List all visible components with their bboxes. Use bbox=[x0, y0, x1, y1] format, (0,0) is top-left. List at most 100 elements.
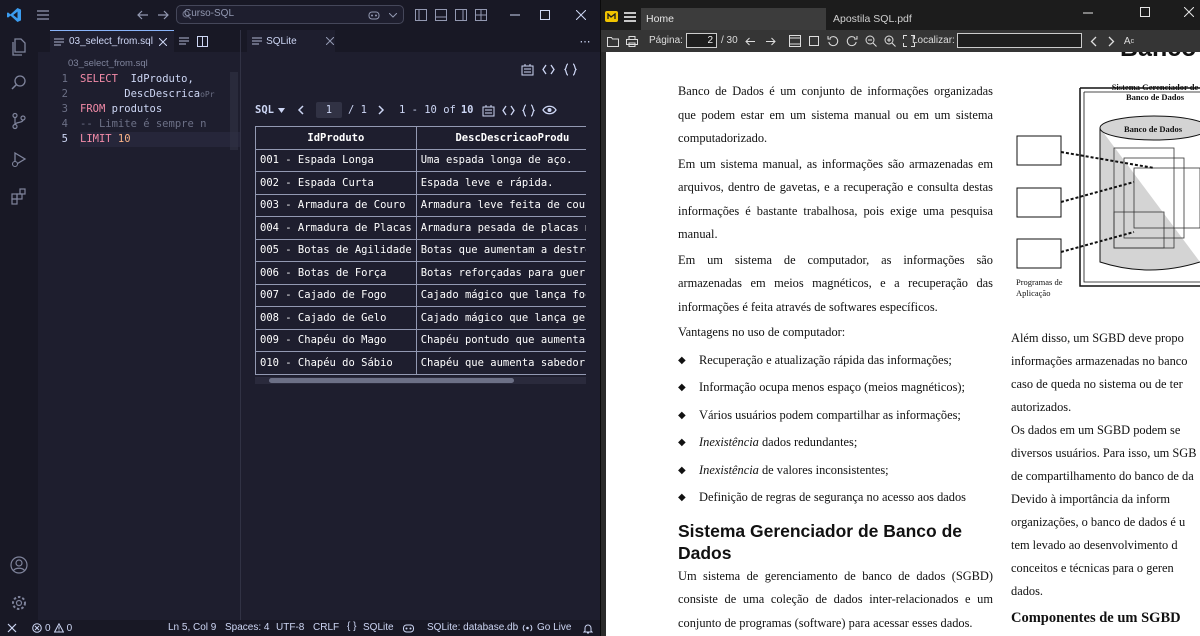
back-arrow-icon[interactable] bbox=[136, 8, 150, 22]
table-cell[interactable]: Cajado mágico que lança gelo bbox=[415, 306, 586, 330]
find-previous-icon[interactable] bbox=[1086, 34, 1100, 48]
code-area[interactable]: SELECT IdProduto, DescDescricaoPr FROM p… bbox=[80, 72, 240, 147]
table-cell[interactable]: Armadura leve feita de couro bbox=[415, 193, 586, 217]
database-status[interactable]: SQLite: database.db bbox=[427, 622, 518, 633]
export-json-icon[interactable] bbox=[541, 62, 555, 76]
column-header[interactable]: IdProduto bbox=[255, 126, 417, 150]
horizontal-scrollbar[interactable] bbox=[255, 377, 586, 384]
table-cell[interactable]: 006 - Botas de Força bbox=[255, 261, 417, 285]
toggle-panel-icon[interactable] bbox=[434, 8, 448, 22]
table-row[interactable]: 009 - Chapéu do Mago Chapéu pontudo que a… bbox=[255, 328, 586, 352]
account-icon[interactable] bbox=[8, 554, 30, 576]
fit-page-icon[interactable] bbox=[788, 34, 802, 48]
match-case-icon[interactable]: Ac bbox=[1122, 34, 1136, 48]
sql-file-icon[interactable] bbox=[178, 35, 190, 47]
bell-icon[interactable] bbox=[582, 622, 594, 634]
table-cell[interactable]: Uma espada longa de aço. bbox=[415, 148, 586, 172]
next-page-arrow-icon[interactable] bbox=[764, 35, 776, 47]
menu-icon[interactable] bbox=[36, 8, 50, 22]
split-editor-icon[interactable] bbox=[196, 35, 208, 47]
layout-icon[interactable] bbox=[474, 8, 488, 22]
export-braces-icon[interactable] bbox=[563, 62, 577, 76]
run-debug-icon[interactable] bbox=[8, 148, 30, 170]
table-row[interactable]: 010 - Chapéu do Sábio Chapéu que aumenta … bbox=[255, 351, 586, 375]
export-csv-icon[interactable] bbox=[482, 104, 496, 117]
previous-page-arrow-icon[interactable] bbox=[744, 35, 756, 47]
page-number-input[interactable]: 2 bbox=[686, 33, 717, 48]
table-cell[interactable]: Chapéu que aumenta sabedoria bbox=[415, 351, 586, 375]
go-live-button[interactable]: Go Live bbox=[537, 622, 571, 633]
table-row[interactable]: 007 - Cajado de Fogo Cajado mágico que la… bbox=[255, 283, 586, 307]
tab-close-icon[interactable] bbox=[157, 37, 169, 46]
table-cell[interactable]: 004 - Armadura de Placas bbox=[255, 216, 417, 240]
extensions-icon[interactable] bbox=[8, 185, 30, 207]
table-row[interactable]: 002 - Espada Curta Espada leve e rápida. bbox=[255, 171, 586, 195]
open-folder-icon[interactable] bbox=[606, 34, 620, 48]
table-cell[interactable]: 008 - Cajado de Gelo bbox=[255, 306, 417, 330]
table-cell[interactable]: 002 - Espada Curta bbox=[255, 171, 417, 195]
problems-indicator[interactable]: 0 0 bbox=[32, 621, 72, 635]
table-row[interactable]: 001 - Espada Longa Uma espada longa de aç… bbox=[255, 148, 586, 172]
indentation[interactable]: Spaces: 4 bbox=[225, 622, 269, 633]
table-row[interactable]: 004 - Armadura de Placas Armadura pesada … bbox=[255, 216, 586, 240]
toggle-sidebar-icon[interactable] bbox=[414, 8, 428, 22]
rotate-right-icon[interactable] bbox=[845, 34, 859, 48]
language-mode[interactable]: SQLite bbox=[363, 622, 394, 633]
column-header[interactable]: DescDescricaoProdu bbox=[415, 126, 586, 150]
table-cell[interactable]: Botas reforçadas para guerre bbox=[415, 261, 586, 285]
minimize-icon[interactable] bbox=[508, 8, 522, 22]
table-cell[interactable]: 003 - Armadura de Couro bbox=[255, 193, 417, 217]
source-control-icon[interactable] bbox=[8, 110, 30, 132]
export-json-icon[interactable] bbox=[502, 104, 516, 117]
table-row[interactable]: 008 - Cajado de Gelo Cajado mágico que la… bbox=[255, 306, 586, 330]
forward-arrow-icon[interactable] bbox=[156, 8, 170, 22]
print-icon[interactable] bbox=[625, 34, 639, 48]
tab-close-icon[interactable] bbox=[325, 37, 335, 45]
export-csv-icon[interactable] bbox=[520, 62, 534, 76]
table-row[interactable]: 003 - Armadura de Couro Armadura leve fei… bbox=[255, 193, 586, 217]
breadcrumb[interactable]: 03_select_from.sql bbox=[68, 58, 148, 69]
tab-pdf-document[interactable]: Apostila SQL.pdf bbox=[833, 8, 1013, 30]
copilot-status-icon[interactable] bbox=[402, 622, 414, 634]
find-next-icon[interactable] bbox=[1104, 34, 1118, 48]
encoding[interactable]: UTF-8 bbox=[276, 622, 304, 633]
maximize-icon[interactable] bbox=[538, 8, 552, 22]
close-icon[interactable] bbox=[1182, 5, 1196, 19]
hamburger-menu-icon[interactable] bbox=[623, 11, 637, 23]
zoom-in-icon[interactable] bbox=[883, 34, 897, 48]
zoom-out-icon[interactable] bbox=[864, 34, 878, 48]
rotate-left-icon[interactable] bbox=[826, 34, 840, 48]
search-view-icon[interactable] bbox=[8, 72, 30, 94]
next-page-icon[interactable] bbox=[375, 105, 389, 115]
chevron-down-icon[interactable] bbox=[387, 8, 399, 22]
table-cell[interactable]: Espada leve e rápida. bbox=[415, 171, 586, 195]
end-of-line[interactable]: CRLF bbox=[313, 622, 339, 633]
table-cell[interactable]: Botas que aumentam a destreza bbox=[415, 238, 586, 262]
more-actions-icon[interactable]: ⋯ bbox=[579, 35, 591, 48]
results-tab[interactable]: SQLite bbox=[247, 30, 335, 52]
query-mode-select[interactable]: SQL bbox=[255, 104, 274, 116]
table-cell[interactable]: 005 - Botas de Agilidade bbox=[255, 238, 417, 262]
cursor-position[interactable]: Ln 5, Col 9 bbox=[168, 622, 216, 633]
close-icon[interactable] bbox=[574, 8, 588, 22]
copilot-icon[interactable] bbox=[367, 8, 381, 22]
prev-page-icon[interactable] bbox=[294, 105, 308, 115]
table-cell[interactable]: Cajado mágico que lança fogo bbox=[415, 283, 586, 307]
tab-home[interactable]: Home bbox=[641, 8, 826, 30]
table-cell[interactable]: 007 - Cajado de Fogo bbox=[255, 283, 417, 307]
remote-icon[interactable] bbox=[6, 622, 18, 634]
settings-gear-icon[interactable] bbox=[8, 592, 30, 614]
caret-down-icon[interactable] bbox=[276, 107, 288, 113]
eye-icon[interactable] bbox=[542, 105, 558, 115]
minimize-icon[interactable] bbox=[1081, 6, 1095, 20]
explorer-icon[interactable] bbox=[8, 36, 30, 58]
editor-scrollbar[interactable] bbox=[230, 72, 238, 150]
page-input[interactable]: 1 bbox=[315, 102, 342, 118]
table-cell[interactable]: 010 - Chapéu do Sábio bbox=[255, 351, 417, 375]
table-cell[interactable]: Chapéu pontudo que aumenta in bbox=[415, 328, 586, 352]
table-cell[interactable]: 001 - Espada Longa bbox=[255, 148, 417, 172]
export-braces-icon[interactable] bbox=[522, 103, 536, 117]
fit-width-icon[interactable] bbox=[807, 34, 821, 48]
scrollbar-thumb[interactable] bbox=[269, 378, 514, 383]
maximize-icon[interactable] bbox=[1138, 5, 1152, 19]
